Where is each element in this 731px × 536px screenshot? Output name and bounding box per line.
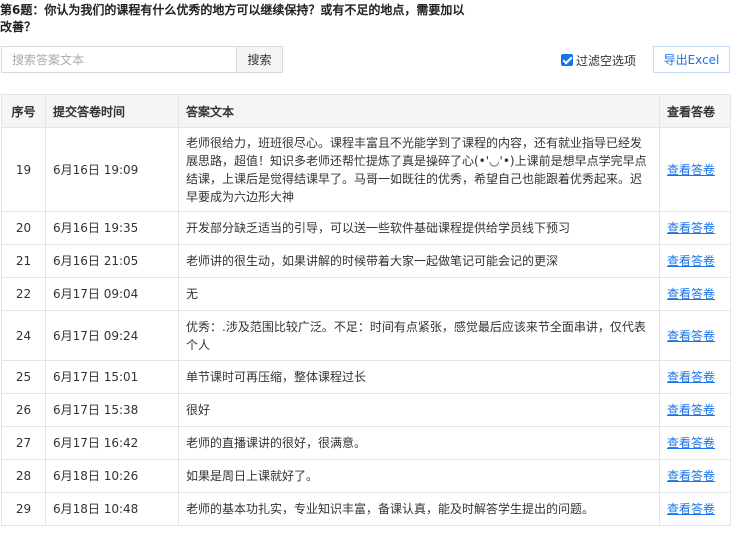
row-answer-cell: 老师的直播课讲的很好，很满意。 <box>178 426 660 460</box>
row-index-cell: 19 <box>1 127 46 212</box>
row-index-cell: 29 <box>1 492 46 526</box>
row-time-cell: 6月18日 10:48 <box>45 492 179 526</box>
row-index-cell: 26 <box>1 393 46 427</box>
row-index-cell: 28 <box>1 459 46 493</box>
row-view-cell: 查看答卷 <box>659 277 731 311</box>
view-answer-link[interactable]: 查看答卷 <box>667 502 715 516</box>
row-view-cell: 查看答卷 <box>659 360 731 394</box>
row-answer-cell: 优秀：.涉及范围比较广泛。不足：时间有点紧张，感觉最后应该来节全面串讲，仅代表个… <box>178 310 660 361</box>
table-row: 29 6月18日 10:48 老师的基本功扎实，专业知识丰富，备课认真，能及时解答学… <box>1 492 731 526</box>
row-time-cell: 6月16日 19:35 <box>45 211 179 245</box>
row-index-cell: 22 <box>1 277 46 311</box>
header-view: 查看答卷 <box>659 94 731 128</box>
row-answer-cell: 如果是周日上课就好了。 <box>178 459 660 493</box>
view-answer-link[interactable]: 查看答卷 <box>667 469 715 483</box>
row-view-cell: 查看答卷 <box>659 127 731 212</box>
row-answer-cell: 老师讲的很生动，如果讲解的时候带着大家一起做笔记可能会记的更深 <box>178 244 660 278</box>
row-answer-cell: 老师很给力，班班很尽心。课程丰富且不光能学到了课程的内容，还有就业指导已经发展思… <box>178 127 660 212</box>
header-index: 序号 <box>1 94 46 128</box>
answers-table: 序号 提交答卷时间 答案文本 查看答卷 19 6月16日 19:09 老师很给力，班… <box>1 94 731 526</box>
view-answer-link[interactable]: 查看答卷 <box>667 403 715 417</box>
row-view-cell: 查看答卷 <box>659 426 731 460</box>
table-row: 19 6月16日 19:09 老师很给力，班班很尽心。课程丰富且不光能学到了课程的内… <box>1 127 731 212</box>
row-answer-cell: 单节课时可再压缩，整体课程过长 <box>178 360 660 394</box>
filter-empty-toggle[interactable]: 过滤空选项 <box>561 52 636 68</box>
export-excel-button[interactable]: 导出Excel <box>653 46 730 73</box>
row-time-cell: 6月16日 19:09 <box>45 127 179 212</box>
row-answer-cell: 无 <box>178 277 660 311</box>
view-answer-link[interactable]: 查看答卷 <box>667 163 715 177</box>
row-index-cell: 27 <box>1 426 46 460</box>
filter-label: 过滤空选项 <box>576 53 637 68</box>
row-index-cell: 24 <box>1 310 46 361</box>
row-view-cell: 查看答卷 <box>659 459 731 493</box>
table-row: 26 6月17日 15:38 很好 查看答卷 <box>1 393 731 427</box>
search-button[interactable]: 搜索 <box>236 46 283 73</box>
view-answer-link[interactable]: 查看答卷 <box>667 254 715 268</box>
table-row: 28 6月18日 10:26 如果是周日上课就好了。 查看答卷 <box>1 459 731 493</box>
row-index-cell: 21 <box>1 244 46 278</box>
header-answer: 答案文本 <box>178 94 660 128</box>
row-time-cell: 6月17日 15:01 <box>45 360 179 394</box>
table-row: 22 6月17日 09:04 无查看答卷 <box>1 277 731 311</box>
header-time: 提交答卷时间 <box>45 94 179 128</box>
row-time-cell: 6月17日 09:24 <box>45 310 179 361</box>
table-header-row: 序号 提交答卷时间 答案文本 查看答卷 <box>1 94 731 128</box>
table-row: 25 6月17日 15:01 单节课时可再压缩，整体课程过长 查看答卷 <box>1 360 731 394</box>
row-time-cell: 6月18日 10:26 <box>45 459 179 493</box>
table-row: 20 6月16日 19:35 开发部分缺乏适当的引导，可以送一些软件基础课程提供给学… <box>1 211 731 245</box>
search-input[interactable] <box>1 46 236 73</box>
row-time-cell: 6月17日 09:04 <box>45 277 179 311</box>
view-answer-link[interactable]: 查看答卷 <box>667 287 715 301</box>
table-row: 27 6月17日 16:42 老师的直播课讲的很好，很满意。 查看答卷 <box>1 426 731 460</box>
row-answer-cell: 老师的基本功扎实，专业知识丰富，备课认真，能及时解答学生提出的问题。 <box>178 492 660 526</box>
view-answer-link[interactable]: 查看答卷 <box>667 370 715 384</box>
view-answer-link[interactable]: 查看答卷 <box>667 221 715 235</box>
view-answer-link[interactable]: 查看答卷 <box>667 436 715 450</box>
row-view-cell: 查看答卷 <box>659 211 731 245</box>
filter-checkbox[interactable] <box>561 54 573 66</box>
table-body: 19 6月16日 19:09 老师很给力，班班很尽心。课程丰富且不光能学到了课程的内… <box>1 127 731 526</box>
table-row: 24 6月17日 09:24 优秀：.涉及范围比较广泛。不足：时间有点紧张，感觉最后… <box>1 310 731 361</box>
row-index-cell: 25 <box>1 360 46 394</box>
row-index-cell: 20 <box>1 211 46 245</box>
view-answer-link[interactable]: 查看答卷 <box>667 329 715 343</box>
row-answer-cell: 很好 <box>178 393 660 427</box>
row-view-cell: 查看答卷 <box>659 244 731 278</box>
row-view-cell: 查看答卷 <box>659 492 731 526</box>
row-time-cell: 6月17日 15:38 <box>45 393 179 427</box>
question-title: 第6题：你认为我们的课程有什么优秀的地方可以继续保持？或有不足的地点，需要加以改… <box>0 3 465 34</box>
row-view-cell: 查看答卷 <box>659 393 731 427</box>
row-answer-cell: 开发部分缺乏适当的引导，可以送一些软件基础课程提供给学员线下预习 <box>178 211 660 245</box>
row-time-cell: 6月17日 16:42 <box>45 426 179 460</box>
table-row: 21 6月16日 21:05 老师讲的很生动，如果讲解的时候带着大家一起做笔记可能会… <box>1 244 731 278</box>
row-view-cell: 查看答卷 <box>659 310 731 361</box>
row-time-cell: 6月16日 21:05 <box>45 244 179 278</box>
